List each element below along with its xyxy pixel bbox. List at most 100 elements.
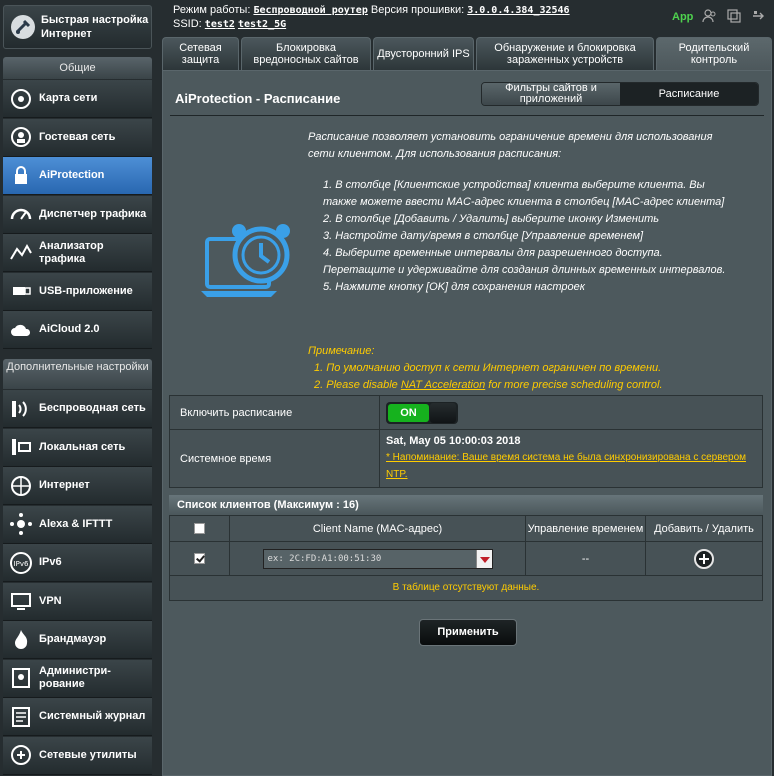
- row-checkbox[interactable]: [194, 553, 205, 565]
- tab-infected-devices[interactable]: Обнаружение и блокировка зараженных устр…: [476, 37, 654, 70]
- traffic-analyzer-icon: [10, 243, 32, 260]
- add-client-plus-icon[interactable]: [694, 548, 714, 569]
- guest-network-icon: [11, 127, 31, 147]
- title-divider: [170, 115, 764, 116]
- step-item: 5. Нажмите кнопку [OK] для сохранения на…: [323, 281, 585, 293]
- step-item: 1. В столбце [Клиентские устройства] кли…: [323, 179, 725, 208]
- add-cell: [645, 541, 763, 576]
- sidebar-item-internet[interactable]: Интернет: [3, 467, 152, 505]
- col-time-management: Управление временем: [525, 515, 646, 542]
- tab-network-protection[interactable]: Сетевая защита: [162, 37, 239, 70]
- subtab-schedule[interactable]: Расписание: [620, 83, 758, 105]
- subtab-switch: Фильтры сайтов и приложений Расписание: [481, 82, 759, 106]
- client-input-row: ex: 2C:FD:A1:00:51:30 --: [169, 541, 763, 576]
- note-2-prefix: 2. Please disable: [314, 379, 401, 391]
- general-menu: Карта сети Гостевая сеть AiProtection Ди…: [3, 80, 152, 350]
- enable-schedule-cell: ON: [379, 395, 763, 430]
- schedule-settings-table: Включить расписание ON Системное время S…: [169, 395, 763, 488]
- sidebar-item-label: VPN: [39, 594, 62, 607]
- svg-text:IPv6: IPv6: [14, 560, 29, 568]
- sidebar-item-network-map[interactable]: Карта сети: [3, 80, 152, 118]
- sidebar-item-network-tools[interactable]: Сетевые утилиты: [3, 736, 152, 775]
- system-time-label: Системное время: [169, 429, 380, 488]
- client-mac-cell: ex: 2C:FD:A1:00:51:30: [229, 541, 526, 576]
- sidebar-item-lan[interactable]: Локальная сеть: [3, 428, 152, 467]
- client-dropdown-button[interactable]: [475, 549, 492, 568]
- lan-icon: [12, 439, 31, 455]
- sidebar-item-label: Интернет: [39, 479, 90, 491]
- sidebar-item-traffic-analyzer[interactable]: Анализатор трафика: [3, 234, 152, 272]
- network-map-icon: [11, 88, 31, 109]
- sidebar-item-usb[interactable]: USB-приложение: [3, 272, 152, 311]
- step-item: 3. Настройте дату/время в столбце [Управ…: [323, 230, 644, 242]
- app-badge[interactable]: App: [672, 11, 693, 23]
- schedule-steps: 1. В столбце [Клиентские устройства] кли…: [323, 177, 728, 296]
- client-list-header-row: Client Name (MAC-адрес) Управление време…: [169, 515, 763, 542]
- quick-setup-button[interactable]: Быстрая настройка Интернет: [3, 5, 152, 49]
- vpn-icon: [11, 593, 31, 610]
- admin-icon: [12, 668, 30, 688]
- sidebar-item-vpn[interactable]: VPN: [3, 582, 152, 621]
- nat-acceleration-link[interactable]: NAT Acceleration: [401, 379, 485, 391]
- ntp-warning-link[interactable]: * Напоминание: Ваше время система не был…: [386, 449, 756, 483]
- sidebar-item-ipv6[interactable]: IPv6 IPv6: [3, 544, 152, 582]
- firmware-label: Версия прошивки:: [370, 4, 465, 16]
- sidebar-item-traffic-manager[interactable]: Диспетчер трафика: [3, 195, 152, 234]
- tab-two-way-ips[interactable]: Двусторонний IPS: [373, 37, 474, 70]
- top-status-bar: Режим работы: Беспроводной роутер Версия…: [158, 0, 774, 36]
- cloud-icon: [11, 324, 31, 336]
- mac-placeholder: ex: 2C:FD:A1:00:51:30: [267, 553, 382, 564]
- select-all-checkbox[interactable]: [194, 523, 205, 535]
- sidebar-item-alexa-ifttt[interactable]: Alexa & IFTTT: [3, 505, 152, 544]
- users-icon[interactable]: [702, 8, 718, 24]
- sidebar-item-firewall[interactable]: Брандмауэр: [3, 621, 152, 659]
- copy-icon[interactable]: [726, 8, 742, 24]
- usb-icon: [13, 287, 31, 295]
- toggle-on-label: ON: [388, 404, 429, 422]
- client-mac-input[interactable]: ex: 2C:FD:A1:00:51:30: [262, 548, 493, 569]
- traffic-manager-icon: [10, 208, 32, 220]
- apply-button[interactable]: Применить: [419, 619, 517, 646]
- sidebar-item-label: AiProtection: [39, 169, 105, 181]
- sidebar-item-label: Карта сети: [39, 92, 98, 104]
- row-checkbox-cell: [169, 541, 230, 576]
- mode-line: Режим работы: Беспроводной роутер Версия…: [173, 4, 570, 16]
- ipv6-icon: IPv6: [10, 551, 32, 574]
- sidebar: Быстрая настройка Интернет Общие Карта с…: [0, 0, 155, 776]
- sidebar-item-wireless[interactable]: Беспроводная сеть: [3, 390, 152, 428]
- system-log-icon: [12, 706, 30, 727]
- note-title: Примечание:: [308, 345, 375, 357]
- sidebar-item-aicloud[interactable]: AiCloud 2.0: [3, 311, 152, 349]
- sidebar-item-administration[interactable]: Администри-рование: [3, 659, 152, 698]
- sidebar-item-aiprotection[interactable]: AiProtection: [3, 157, 152, 195]
- advanced-section-title: Дополнительные настройки: [3, 359, 152, 389]
- sidebar-item-label: Локальная сеть: [39, 440, 126, 453]
- note-item: 1. По умолчанию доступ к сети Интернет о…: [314, 362, 662, 374]
- usb-status-icon[interactable]: [750, 8, 766, 24]
- tab-parental-control[interactable]: Родительский контроль: [656, 37, 772, 70]
- firmware-value-link[interactable]: 3.0.0.4.384_32546: [467, 5, 569, 16]
- client-list-table: Client Name (MAC-адрес) Управление време…: [169, 515, 763, 576]
- tab-malicious-sites[interactable]: Блокировка вредоносных сайтов: [241, 37, 371, 70]
- ssid-line: SSID: test2 test2_5G: [173, 18, 286, 30]
- sidebar-item-label: Гостевая сеть: [39, 130, 116, 143]
- ssid-1-link[interactable]: test2: [205, 19, 235, 30]
- quick-setup-tools-icon: [11, 15, 35, 39]
- system-time-value: Sat, May 05 10:00:03 2018: [386, 435, 521, 447]
- sidebar-item-label: AiCloud 2.0: [39, 323, 100, 335]
- sidebar-item-label: Системный журнал: [39, 710, 146, 722]
- toggle-knob: [430, 403, 456, 423]
- ssid-label: SSID:: [173, 18, 202, 30]
- main-panel: AiProtection - Расписание Фильтры сайтов…: [162, 70, 772, 776]
- col-add-delete: Добавить / Удалить: [645, 515, 763, 542]
- globe-icon: [11, 475, 31, 496]
- sidebar-item-guest-network[interactable]: Гостевая сеть: [3, 118, 152, 157]
- ssid-2-link[interactable]: test2_5G: [238, 19, 286, 30]
- sidebar-item-label: Сетевые утилиты: [39, 748, 137, 761]
- sidebar-item-system-log[interactable]: Системный журнал: [3, 698, 152, 736]
- alexa-icon: [10, 513, 32, 535]
- enable-schedule-toggle[interactable]: ON: [386, 402, 458, 424]
- subtab-web-filters[interactable]: Фильтры сайтов и приложений: [482, 83, 620, 105]
- time-management-cell: --: [525, 541, 646, 576]
- mode-value-link[interactable]: Беспроводной роутер: [253, 5, 367, 16]
